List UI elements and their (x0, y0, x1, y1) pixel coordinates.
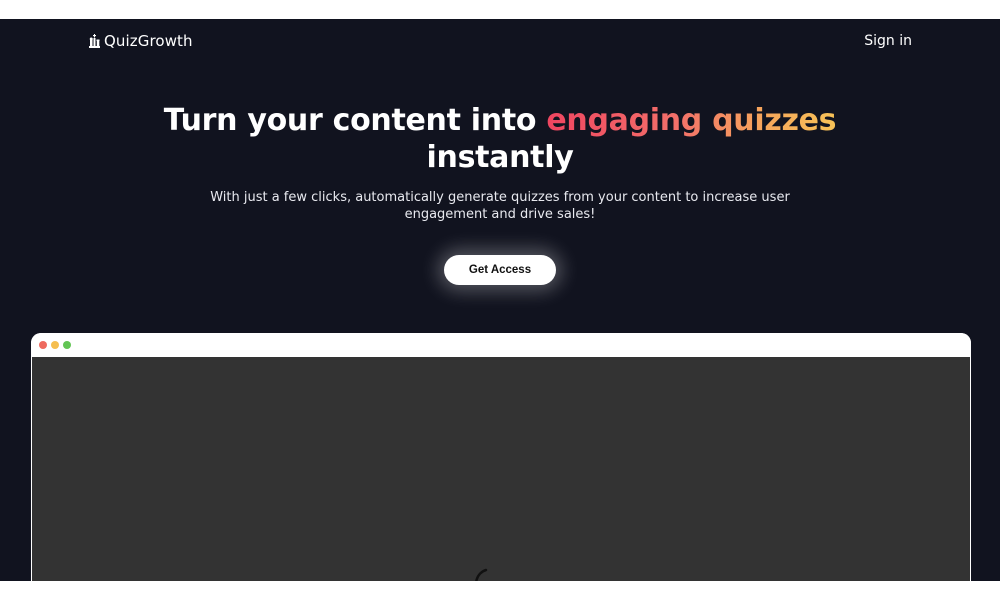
preview-content (32, 357, 970, 581)
hero-title: Turn your content into engaging quizzes … (0, 102, 1000, 176)
landing-page: QuizGrowth Sign in Turn your content int… (0, 19, 1000, 581)
chess-pieces-icon (89, 33, 100, 48)
browser-preview (31, 333, 971, 581)
sign-in-link[interactable]: Sign in (864, 33, 912, 49)
spinner-icon (475, 568, 488, 581)
maximize-dot (63, 341, 71, 349)
brand-logo[interactable]: QuizGrowth (88, 32, 193, 50)
browser-title-bar (31, 333, 971, 357)
hero-title-highlight: engaging quizzes (546, 103, 837, 138)
minimize-dot (51, 341, 59, 349)
hero-subtitle: With just a few clicks, automatically ge… (210, 190, 790, 222)
brand-name: QuizGrowth (104, 32, 193, 50)
get-access-button[interactable]: Get Access (444, 255, 556, 285)
navbar: QuizGrowth Sign in (0, 19, 1000, 64)
close-dot (39, 341, 47, 349)
hero-title-end: instantly (426, 140, 574, 175)
hero-title-start: Turn your content into (163, 103, 547, 138)
